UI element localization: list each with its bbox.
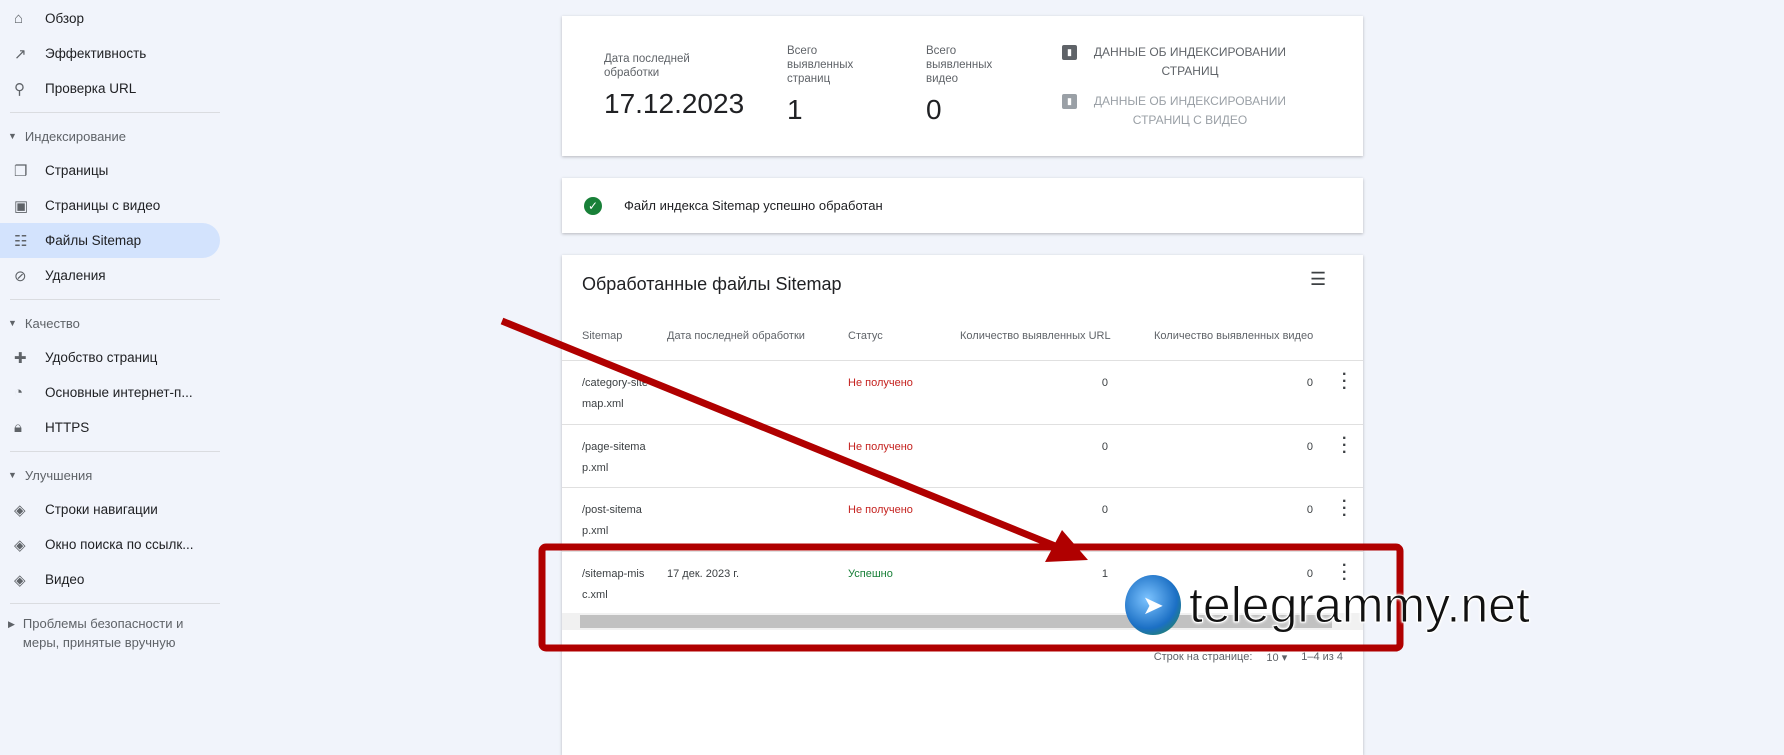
annotation-arrow [500, 317, 1062, 552]
annotation-overlay [500, 317, 1404, 652]
telegram-globe-logo: ➤ [1125, 575, 1181, 635]
watermark: ➤ telegrammy.net [1125, 575, 1530, 635]
